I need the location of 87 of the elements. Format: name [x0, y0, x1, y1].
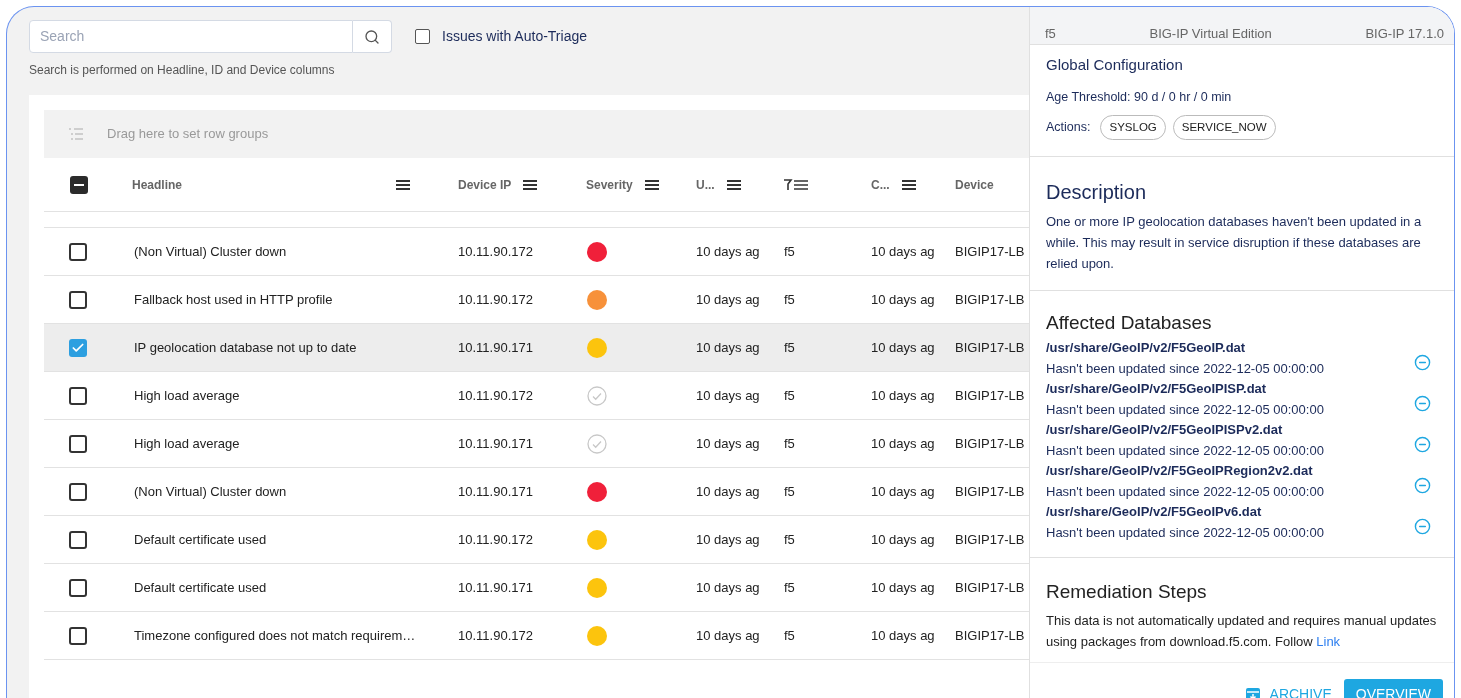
- updated-cell-text: 10 days ag: [695, 482, 761, 501]
- vendor-cell-text: f5: [783, 290, 796, 309]
- column-header[interactable]: Device: [955, 175, 994, 194]
- created-cell-text: 10 days ag: [870, 578, 935, 597]
- vendor-cell-text: f5: [783, 242, 796, 261]
- ip-cell-text: 10.11.90.171: [457, 482, 534, 501]
- ip-cell-text: 10.11.90.172: [457, 242, 534, 261]
- updated-cell-text: 10 days ag: [695, 290, 761, 309]
- headline-cell-text: (Non Virtual) Cluster down: [133, 242, 288, 261]
- created-cell-text: 10 days ag: [870, 434, 935, 453]
- device-info-text: BIG-IP Virtual Edition: [1149, 25, 1272, 43]
- device-cell-text: BIGIP17-LB: [954, 338, 1026, 357]
- updated-cell-text: 10 days ag: [695, 530, 761, 549]
- database-note: Hasn't been updated since 2022-12-05 00:00:00: [1046, 523, 1324, 542]
- ip-cell-text: 10.11.90.172: [457, 530, 534, 549]
- device-cell-text: BIGIP17-LB: [954, 626, 1026, 645]
- ip-cell-text: 10.11.90.172: [457, 626, 534, 645]
- created-cell-text: 10 days ag: [870, 386, 935, 405]
- device-info-text: BIG-IP 17.1.0: [1365, 25, 1444, 43]
- ip-cell-text: 10.11.90.172: [457, 386, 534, 405]
- updated-cell-text: 10 days ag: [695, 578, 761, 597]
- updated-cell-text: 10 days ag: [695, 626, 761, 645]
- headline-cell-text: Fallback host used in HTTP profile: [133, 290, 334, 309]
- auto-triage-label: Issues with Auto-Triage: [442, 27, 587, 46]
- description-text: One or more IP geolocation databases haven't been updated in a while. This may result in service disruption if these databases are relied upon.: [1046, 213, 1423, 273]
- column-header[interactable]: Device IP: [458, 175, 512, 194]
- device-info-text: f5: [1045, 25, 1056, 43]
- remediation-link[interactable]: Link: [1316, 634, 1341, 649]
- section-title: Global Configuration: [1046, 54, 1184, 75]
- database-note: Hasn't been updated since 2022-12-05 00:00:00: [1046, 482, 1324, 501]
- headline-cell-text: High load average: [133, 386, 241, 405]
- headline-cell-text: Default certificate used: [133, 578, 268, 597]
- table-row[interactable]: IP geolocation database not up to date 10.11.90.171 10 days ag f5 10 days ag BIGIP17-LB: [44, 324, 1029, 372]
- updated-cell-text: 10 days ag: [695, 434, 761, 453]
- database-note: Hasn't been updated since 2022-12-05 00:00:00: [1046, 400, 1324, 419]
- created-cell-text: 10 days ag: [870, 290, 935, 309]
- headline-cell-text: Timezone configured does not match requirem…: [133, 626, 417, 645]
- created-cell-text: 10 days ag: [870, 626, 935, 645]
- age-threshold-text: Age Threshold: 90 d / 0 hr / 0 min: [1046, 89, 1233, 106]
- updated-cell-text: 10 days ag: [695, 338, 761, 357]
- device-cell-text: BIGIP17-LB: [954, 386, 1026, 405]
- device-cell-text: BIGIP17-LB: [954, 578, 1026, 597]
- database-note: Hasn't been updated since 2022-12-05 00:00:00: [1046, 359, 1324, 378]
- device-cell-text: BIGIP17-LB: [954, 434, 1026, 453]
- created-cell-text: 10 days ag: [870, 338, 935, 357]
- device-cell-text: BIGIP17-LB: [954, 290, 1026, 309]
- section-title: Description: [1046, 180, 1148, 205]
- updated-cell-text: 10 days ag: [695, 386, 761, 405]
- created-cell-text: 10 days ag: [870, 242, 935, 261]
- database-note: Hasn't been updated since 2022-12-05 00:00:00: [1046, 441, 1324, 460]
- updated-cell-text: 10 days ag: [695, 242, 761, 261]
- column-header[interactable]: Headline: [132, 175, 182, 194]
- device-cell-text: BIGIP17-LB: [954, 242, 1026, 261]
- created-cell-text: 10 days ag: [870, 482, 935, 501]
- device-cell-text: BIGIP17-LB: [954, 482, 1026, 501]
- vendor-cell-text: f5: [783, 578, 796, 597]
- column-header[interactable]: C...: [871, 175, 890, 194]
- database-path: /usr/share/GeoIP/v2/F5GeoIPISPv2.dat: [1046, 420, 1284, 439]
- database-path: /usr/share/GeoIP/v2/F5GeoIP.dat: [1046, 338, 1247, 357]
- vendor-cell-text: f5: [783, 434, 796, 453]
- headline-cell-text: High load average: [133, 434, 241, 453]
- vendor-cell-text: f5: [783, 386, 796, 405]
- vendor-cell-text: f5: [783, 626, 796, 645]
- created-cell-text: 10 days ag: [870, 530, 935, 549]
- section-title: Remediation Steps: [1046, 579, 1208, 604]
- column-header[interactable]: U...: [696, 175, 715, 194]
- vendor-cell-text: f5: [783, 482, 796, 501]
- database-path: /usr/share/GeoIP/v2/F5GeoIPv6.dat: [1046, 502, 1263, 521]
- device-cell-text: BIGIP17-LB: [954, 530, 1026, 549]
- database-path: /usr/share/GeoIP/v2/F5GeoIPRegion2v2.dat: [1046, 461, 1314, 480]
- headline-cell-text: Default certificate used: [133, 530, 268, 549]
- database-path: /usr/share/GeoIP/v2/F5GeoIPISP.dat: [1046, 379, 1268, 398]
- actions-label: Actions:: [1046, 119, 1091, 136]
- column-header[interactable]: Severity: [586, 175, 633, 194]
- section-title: Affected Databases: [1046, 311, 1213, 335]
- vendor-cell-text: f5: [783, 530, 796, 549]
- ip-cell-text: 10.11.90.171: [457, 338, 534, 357]
- headline-cell-text: IP geolocation database not up to date: [133, 338, 358, 357]
- search-hint: Search is performed on Headline, ID and Device columns: [29, 62, 336, 79]
- row-group-placeholder: Drag here to set row groups: [107, 125, 269, 144]
- vendor-cell-text: f5: [783, 338, 796, 357]
- headline-cell-text: (Non Virtual) Cluster down: [133, 482, 288, 501]
- ip-cell-text: 10.11.90.171: [457, 434, 534, 453]
- ip-cell-text: 10.11.90.171: [457, 578, 534, 597]
- ip-cell-text: 10.11.90.172: [457, 290, 534, 309]
- remediation-text: This data is not automatically updated and requires manual updates using packages from download.f5.com. Follow Link: [1046, 612, 1438, 651]
- search-field[interactable]: Search: [29, 20, 353, 53]
